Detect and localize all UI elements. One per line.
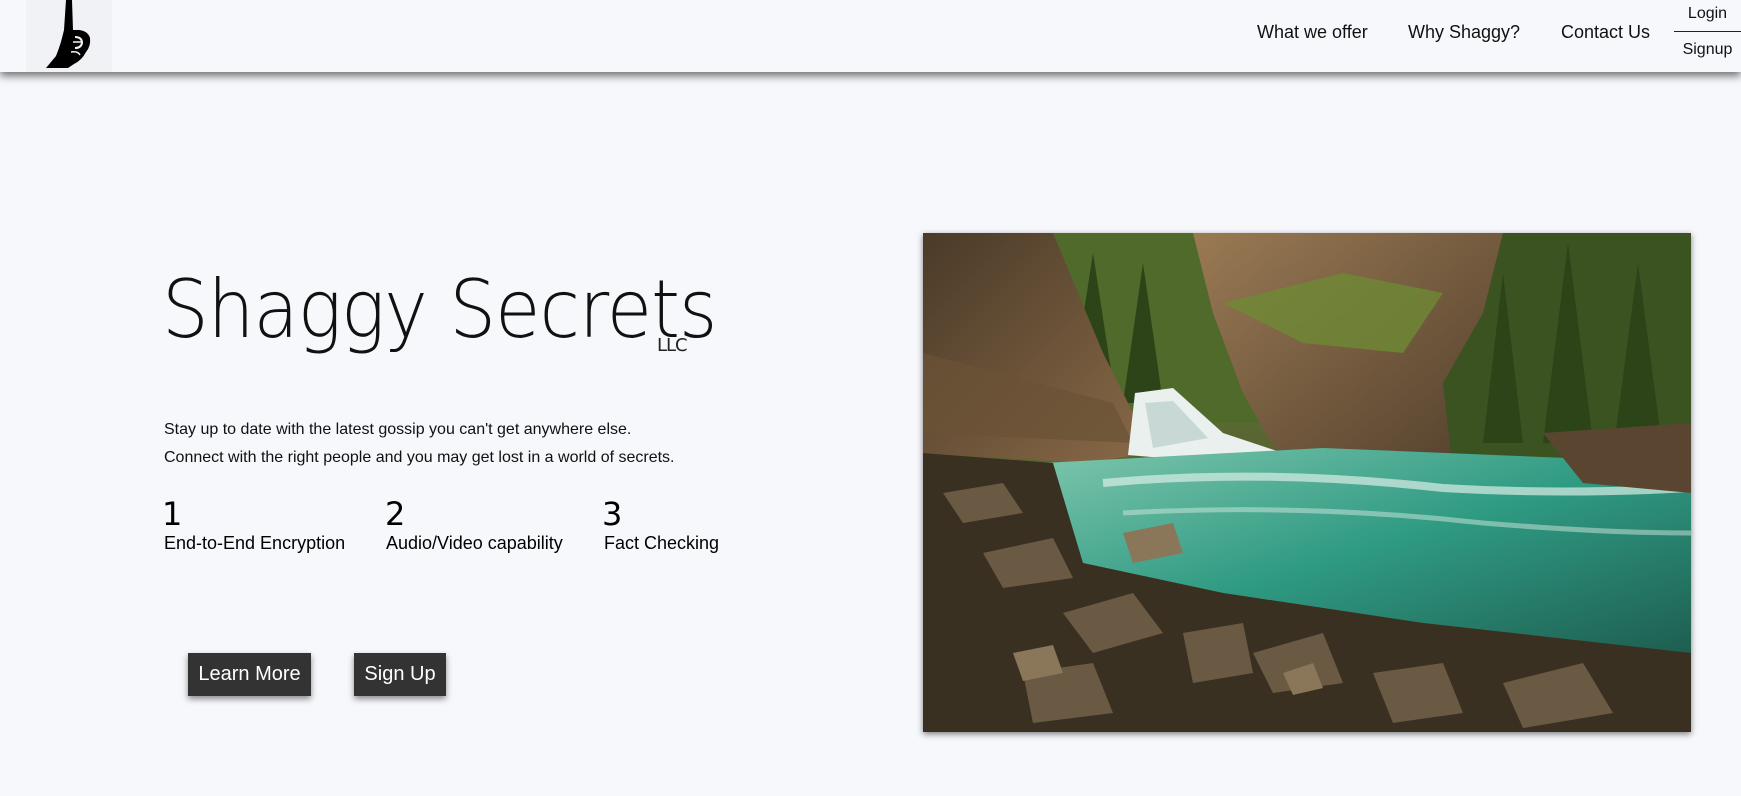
signup-link[interactable]: Signup	[1674, 40, 1741, 60]
feature-number-1: 1	[162, 495, 183, 533]
feature-number-2: 2	[385, 495, 406, 533]
tagline-line-2: Connect with the right people and you ma…	[164, 449, 675, 466]
auth-links: Login Signup	[1674, 0, 1741, 72]
feature-label-fact-checking: Fact Checking	[604, 533, 720, 553]
feature-label-encryption: End-to-End Encryption	[164, 533, 346, 553]
auth-divider	[1674, 31, 1741, 32]
nav-link-what-we-offer[interactable]: What we offer	[1257, 21, 1368, 43]
nav-links: What we offer Why Shaggy? Contact Us	[0, 21, 1741, 45]
page-title: Shaggy Secrets	[162, 263, 717, 356]
nav-link-contact-us[interactable]: Contact Us	[1561, 21, 1650, 43]
login-link[interactable]: Login	[1674, 4, 1741, 24]
nav-link-why-shaggy[interactable]: Why Shaggy?	[1408, 21, 1520, 43]
top-navbar: What we offer Why Shaggy? Contact Us Log…	[0, 0, 1741, 72]
feature-label-audio-video: Audio/Video capability	[386, 533, 563, 553]
feature-number-3: 3	[602, 495, 623, 533]
learn-more-button[interactable]: Learn More	[188, 653, 311, 696]
sign-up-button[interactable]: Sign Up	[354, 653, 446, 696]
waterfall-canyon-photo	[923, 233, 1691, 732]
title-suffix-llc: LLC	[657, 335, 688, 356]
tagline-line-1: Stay up to date with the latest gossip y…	[164, 421, 632, 438]
